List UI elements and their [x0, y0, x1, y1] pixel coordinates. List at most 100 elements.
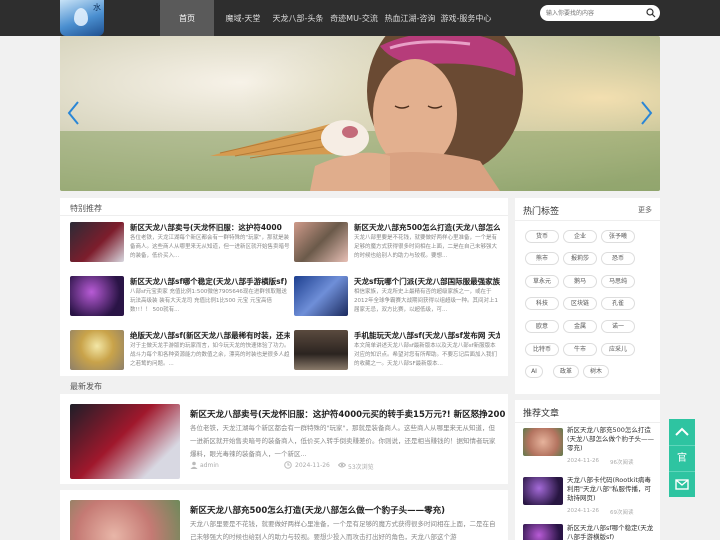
recommended-item-title: 天龙八部卡代码(Rootkit病毒利用"天龙八部"私服传播，可劫持网页) — [567, 476, 651, 502]
divider — [515, 220, 660, 221]
recommended-thumb — [523, 524, 563, 540]
featured-item-excerpt: 各位老铁，天龙江湖每个新区都会有一群特殊的"玩家"，那就是装备商人。这些商人从哪… — [130, 235, 290, 259]
clock-icon — [284, 461, 292, 469]
post-title: 新区天龙八部充500怎么打造(天龙八部怎么做一个豹子头——零充) — [190, 506, 446, 516]
recommended-thumb — [523, 428, 563, 456]
search-box — [540, 5, 660, 21]
nav-item-service[interactable]: 游戏-服务中心 — [440, 0, 492, 36]
post-excerpt: 各位老铁，天龙江湖每个新区都会有一群特殊的"玩家"，那就是装备商人。这些商人从哪… — [190, 424, 496, 458]
tag-item[interactable]: 报莉莎 — [563, 252, 597, 265]
recommended-item-date: 2024-11-26 — [567, 458, 599, 464]
divider — [60, 215, 508, 216]
recommended-item-views: 69次阅读 — [610, 510, 634, 516]
tag-item[interactable]: 草永元 — [525, 275, 559, 288]
nav-item-home[interactable]: 首页 — [160, 0, 214, 36]
search-input[interactable] — [546, 7, 646, 19]
tag-item[interactable]: 诺一 — [601, 320, 635, 333]
featured-item[interactable]: 天龙sf玩哪个门派(天龙八部国际服最强家族盘 相信家族，天龙所史上最精有否的超级… — [294, 276, 500, 320]
tag-item[interactable]: 金属 — [563, 320, 597, 333]
featured-item-excerpt: 本文简单讲述天龙八部sf最新版本以及天龙八部sf新服版本对应的知识点。希望对您有… — [354, 343, 498, 367]
recommended-title: 推荐文章 — [523, 409, 560, 419]
banner-prev-arrow-icon[interactable] — [64, 98, 84, 128]
featured-thumb — [294, 330, 348, 370]
logo-text: 水 — [93, 3, 101, 12]
recommended-item-views: 96次阅读 — [610, 460, 634, 466]
featured-item-title: 新区天龙八部卖号(天龙怀旧服：这护符4000 — [130, 223, 282, 232]
recommended-item-date: 2024-11-26 — [567, 508, 599, 514]
tag-item[interactable]: 科技 — [525, 297, 559, 310]
post-author[interactable]: admin — [200, 462, 219, 469]
tag-item[interactable]: 货币 — [525, 230, 559, 243]
featured-item-excerpt: 对于主做天龙手游版的玩家而言，如今玩天龙的快速体验了功力。战斗力每个和各种资源能… — [130, 343, 290, 367]
tag-item[interactable]: 应采儿 — [601, 343, 635, 356]
search-icon[interactable] — [646, 8, 656, 18]
nav-item-jianghu[interactable]: 热血江湖-咨询 — [384, 0, 436, 36]
tag-item[interactable]: 政革 — [553, 365, 579, 378]
featured-section: 特别推荐 新区天龙八部卖号(天龙怀旧服：这护符4000 各位老铁，天龙江湖每个新… — [60, 198, 508, 376]
featured-thumb — [70, 222, 124, 262]
featured-item[interactable]: 绝版天龙八部sf(新区天龙八部最稀有时装，还未 对于主做天龙手游版的玩家而言，如… — [70, 330, 290, 374]
nav-item-tianlong[interactable]: 天龙八部-头条 — [272, 0, 324, 36]
site-logo[interactable]: 水 — [60, 0, 104, 36]
hot-tags-more-link[interactable]: 更多 — [638, 205, 652, 215]
recommended-thumb — [523, 477, 563, 505]
tag-item[interactable]: 鹅马 — [563, 275, 597, 288]
tag-item[interactable]: 熊市 — [525, 252, 559, 265]
tag-item[interactable]: 马思纯 — [601, 275, 635, 288]
featured-item[interactable]: 新区天龙八部充500怎么打造(天龙八部怎么做 天龙八部里要是不花钱，就要做好两样… — [294, 222, 500, 266]
views-icon — [338, 462, 346, 468]
water-drop-logo-icon — [74, 8, 88, 26]
post-title: 新区天龙八部卖号(天龙怀旧服：这护符4000元买的转手卖15万元?! 新区怒挣2… — [190, 410, 506, 420]
banner-image — [60, 36, 660, 191]
hero-banner[interactable] — [60, 36, 660, 191]
tag-item[interactable]: 企业 — [563, 230, 597, 243]
featured-item-title: 新区天龙八部充500怎么打造(天龙八部怎么做 — [354, 223, 500, 232]
featured-item-title: 手机能玩天龙八部sf(天龙八部sf发布网 天龙八 — [354, 331, 500, 340]
featured-item[interactable]: 新区天龙八部卖号(天龙怀旧服：这护符4000 各位老铁，天龙江湖每个新区都会有一… — [70, 222, 290, 266]
post-thumb — [70, 404, 180, 479]
back-to-top-button[interactable] — [669, 419, 695, 445]
post-excerpt: 天龙八部里要是不花钱，就要做好两样心里准备，一个是有足够的魔方式获得很多时间相在… — [190, 520, 496, 540]
featured-item[interactable]: 手机能玩天龙八部sf(天龙八部sf发布网 天龙八 本文简单讲述天龙八部sf最新版… — [294, 330, 500, 374]
featured-thumb — [70, 330, 124, 370]
tag-item[interactable]: 牛市 — [563, 343, 597, 356]
user-icon — [190, 461, 198, 469]
nav-item-moyu[interactable]: 魔域-天堂 — [216, 0, 270, 36]
tag-item[interactable]: 树木 — [583, 365, 609, 378]
mail-button[interactable] — [669, 471, 695, 497]
featured-item-excerpt: 相信家族，天龙所史上最精有否的超级家族之一，或在于2012年全球争霸赛大战期间获… — [354, 289, 498, 313]
tag-item[interactable]: 张予曦 — [601, 230, 635, 243]
post-date: 2024-11-26 — [295, 462, 330, 469]
banner-next-arrow-icon[interactable] — [636, 98, 656, 128]
featured-thumb — [70, 276, 124, 316]
featured-item-title: 绝版天龙八部sf(新区天龙八部最稀有时装，还未 — [130, 331, 290, 340]
tag-item[interactable]: 孔雀 — [601, 297, 635, 310]
official-button[interactable]: 官 — [669, 445, 695, 471]
featured-item[interactable]: 新区天龙八部sf哪个稳定(天龙八部手游横版sf) 八部sf元宝卖家 充值比例1:… — [70, 276, 290, 320]
post-thumb — [70, 500, 180, 540]
featured-item-title: 新区天龙八部sf哪个稳定(天龙八部手游横版sf) — [130, 277, 288, 286]
chevron-up-icon — [675, 427, 689, 436]
featured-title: 特别推荐 — [70, 204, 102, 213]
featured-item-title: 天龙sf玩哪个门派(天龙八部国际服最强家族盘 — [354, 277, 500, 286]
latest-post[interactable]: 新区天龙八部卖号(天龙怀旧服：这护符4000元买的转手卖15万元?! 新区怒挣2… — [60, 394, 508, 484]
tag-item[interactable]: 比特币 — [525, 343, 559, 356]
featured-item-excerpt: 天龙八部里要是不花钱，就要做好两样心里准备，一个是有足够的魔方式获得很多时间相在… — [354, 235, 498, 259]
featured-item-excerpt: 八部sf元宝卖家 充值比例1:500微信7905646现在进群领取赠送 玩法高级… — [130, 289, 287, 313]
recommended-panel: 推荐文章 新区天龙八部充500怎么打造(天龙八部怎么做个豹子头——零充) 202… — [515, 400, 660, 540]
recommended-item-title: 新区天龙八部sf哪个稳定(天龙八部手游横版sf) — [567, 524, 654, 540]
hot-tags-title: 热门标签 — [523, 207, 560, 217]
divider — [515, 422, 660, 423]
hot-tags-panel: 热门标签 更多 货币 企业 张予曦 熊市 报莉莎 恐币 草永元 鹅马 马思纯 科… — [515, 198, 660, 394]
post-views: 53次浏览 — [348, 464, 374, 471]
mail-icon — [675, 479, 689, 490]
top-navigation-bar: 水 首页 魔域-天堂 天龙八部-头条 奇迹MU-交流 热血江湖-咨询 游戏-服务… — [0, 0, 720, 36]
latest-title: 最新发布 — [70, 382, 102, 391]
tag-item[interactable]: 欧意 — [525, 320, 559, 333]
nav-item-mu[interactable]: 奇迹MU-交流 — [328, 0, 380, 36]
tag-item[interactable]: AI — [525, 365, 543, 378]
recommended-item-title: 新区天龙八部充500怎么打造(天龙八部怎么做个豹子头——零充) — [567, 426, 655, 452]
tag-item[interactable]: 恐币 — [601, 252, 635, 265]
latest-post[interactable]: 新区天龙八部充500怎么打造(天龙八部怎么做一个豹子头——零充) 天龙八部里要是… — [60, 490, 508, 540]
tag-item[interactable]: 区块链 — [563, 297, 597, 310]
